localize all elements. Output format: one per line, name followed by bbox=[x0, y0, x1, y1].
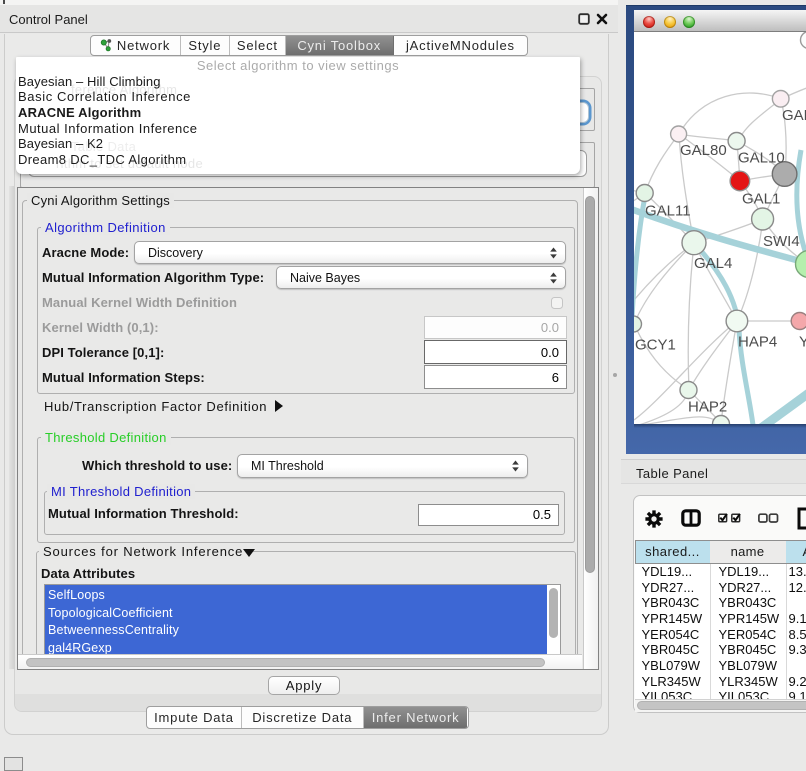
svg-text:GAL1: GAL1 bbox=[742, 191, 780, 208]
svg-text:GAL10: GAL10 bbox=[738, 150, 785, 167]
svg-text:Y: Y bbox=[799, 334, 806, 351]
svg-text:GAL80: GAL80 bbox=[680, 142, 727, 159]
svg-text:GAL11: GAL11 bbox=[645, 203, 691, 220]
svg-text:SWI4: SWI4 bbox=[763, 233, 800, 250]
svg-text:HAP4: HAP4 bbox=[738, 334, 777, 351]
svg-text:HAP2: HAP2 bbox=[688, 399, 727, 416]
svg-text:GAL7: GAL7 bbox=[782, 107, 806, 124]
svg-text:GAL4: GAL4 bbox=[694, 255, 732, 272]
svg-text:GCY1: GCY1 bbox=[635, 337, 676, 354]
